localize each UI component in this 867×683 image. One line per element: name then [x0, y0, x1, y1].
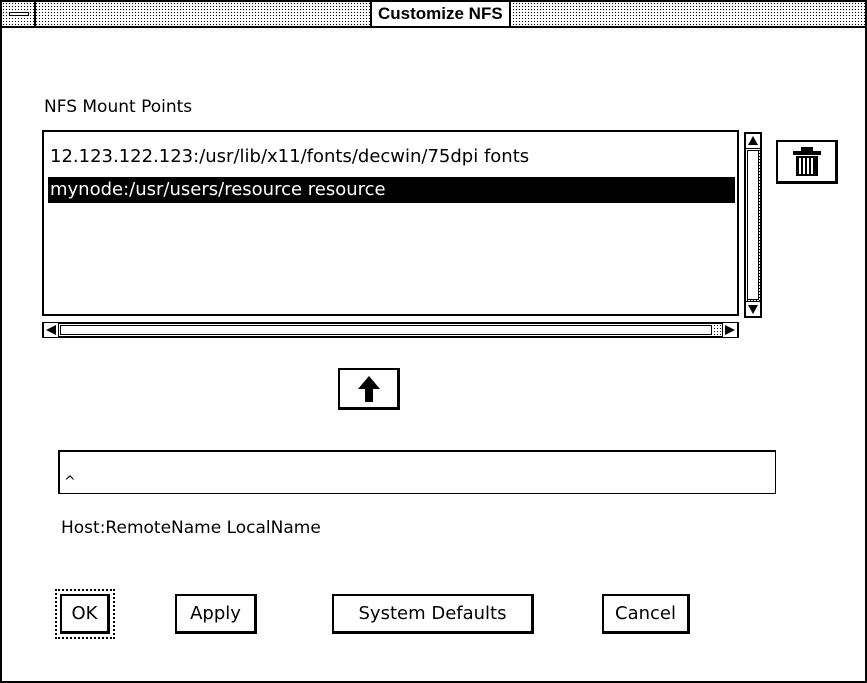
vertical-scroll-thumb[interactable] — [747, 150, 759, 300]
mount-entry-field[interactable]: ^ — [58, 450, 776, 494]
list-item[interactable]: 12.123.122.123:/usr/lib/x11/fonts/decwin… — [48, 144, 735, 170]
mount-points-label: NFS Mount Points — [44, 97, 193, 117]
scroll-down-arrow-icon[interactable] — [746, 301, 760, 316]
ok-button[interactable]: OK — [60, 594, 110, 634]
scroll-up-arrow-icon[interactable] — [746, 134, 760, 149]
window-title: Customize NFS — [370, 2, 511, 26]
add-mount-button[interactable] — [338, 368, 400, 410]
window-menu-button[interactable] — [2, 2, 36, 26]
list-item-text: mynode:/usr/users/resource resource — [50, 179, 386, 200]
trash-can-icon — [792, 147, 821, 176]
mount-points-list[interactable]: 12.123.122.123:/usr/lib/x11/fonts/decwin… — [42, 130, 739, 316]
scroll-right-arrow-icon[interactable] — [722, 323, 737, 337]
system-defaults-button[interactable]: System Defaults — [332, 594, 534, 634]
list-item-selected[interactable]: mynode:/usr/users/resource resource — [48, 177, 735, 203]
horizontal-scroll-thumb[interactable] — [60, 325, 712, 335]
title-bar[interactable]: Customize NFS — [2, 2, 865, 28]
text-cursor: ^ — [64, 474, 76, 490]
customize-nfs-dialog: Customize NFS NFS Mount Points 12.123.12… — [0, 0, 867, 683]
apply-button[interactable]: Apply — [175, 594, 257, 634]
list-item-text: 12.123.122.123:/usr/lib/x11/fonts/decwin… — [50, 146, 530, 167]
entry-format-hint: Host:RemoteName LocalName — [61, 518, 321, 538]
delete-mount-button[interactable] — [776, 140, 838, 184]
window-menu-icon — [9, 12, 29, 16]
cancel-button[interactable]: Cancel — [602, 594, 690, 634]
horizontal-scrollbar[interactable] — [42, 322, 739, 338]
scroll-left-arrow-icon[interactable] — [44, 323, 59, 337]
vertical-scrollbar[interactable] — [744, 132, 762, 318]
up-arrow-icon — [357, 376, 380, 402]
